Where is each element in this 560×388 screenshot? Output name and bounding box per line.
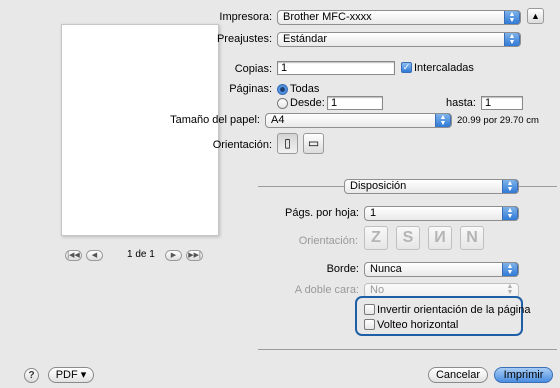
landscape-icon: ▭ [307,136,320,150]
pages-label: Páginas: [229,83,272,95]
pages-per-sheet-label: Págs. por hoja: [285,207,359,219]
copies-value: 1 [281,62,288,74]
direction-s-button[interactable]: S [396,226,420,250]
next-page-button[interactable]: ▶ [165,250,182,261]
up-down-arrows-icon: ▲ ▼ [435,114,451,127]
last-page-button[interactable]: ▶▶| [186,250,203,261]
pages-all-radio[interactable] [277,84,288,95]
pages-all-label: Todas [290,83,320,95]
help-icon: ? [28,370,35,381]
paper-size-popup[interactable]: A4 ▲ ▼ [265,113,452,128]
page-counter: 1 de 1 [127,249,155,260]
collapse-triangle-icon: ▲ [531,11,540,21]
collate-label: Intercaladas [414,62,474,74]
up-down-arrows-icon: ▲ ▼ [502,180,518,193]
pages-to-label: hasta: [446,97,476,109]
direction-n-button[interactable]: N [460,226,484,250]
preview-page [61,24,219,236]
flip-horizontal-label: Volteo horizontal [377,319,459,331]
copies-field[interactable]: 1 [277,61,395,75]
reverse-orientation-checkbox[interactable] [364,304,375,315]
border-popup[interactable]: Nunca ▲ ▼ [364,262,519,277]
copies-label: Copias: [234,63,272,75]
paper-size-value: A4 [271,114,285,126]
printer-label: Impresora: [219,11,272,23]
print-label: Imprimir [503,369,544,381]
pages-from-value: 1 [331,97,338,109]
section-value: Disposición [350,180,407,192]
pages-per-sheet-popup[interactable]: 1 ▲ ▼ [364,206,519,221]
pages-from-field[interactable]: 1 [327,96,383,110]
last-page-icon: ▶▶| [188,252,201,259]
paper-size-label: Tamaño del papel: [170,114,260,126]
pages-per-sheet-value: 1 [370,207,377,219]
cancel-label: Cancelar [435,369,481,381]
collapse-button[interactable]: ▲ [527,8,544,24]
portrait-icon: ▯ [284,136,291,150]
up-down-arrows-icon: ▲ ▼ [502,263,518,276]
pdf-label: PDF ▾ [55,369,87,381]
border-label: Borde: [326,263,359,275]
section-popup[interactable]: Disposición ▲ ▼ [344,179,519,194]
up-down-arrows-icon: ▲ ▼ [504,33,520,46]
first-page-button[interactable]: |◀◀ [65,250,82,261]
up-down-arrows-icon: ▲ ▼ [504,11,520,24]
section-divider-left [258,186,344,187]
collate-checkbox[interactable]: ✓ [401,62,412,73]
border-value: Nunca [370,263,402,275]
presets-label: Preajustes: [216,33,272,45]
up-down-arrows-icon: ▲ ▼ [502,207,518,220]
landscape-button[interactable]: ▭ [303,133,324,154]
print-button[interactable]: Imprimir [494,367,553,383]
footer-divider [258,349,557,350]
layout-direction-label: Orientación: [298,235,358,247]
portrait-button[interactable]: ▯ [277,133,298,154]
reverse-orientation-label: Invertir orientación de la página [377,304,531,316]
section-divider-right [519,186,557,187]
pdf-button[interactable]: PDF ▾ [48,367,94,383]
prev-page-button[interactable]: ◀ [86,250,103,261]
two-sided-label: A doble cara: [294,284,359,296]
pages-to-value: 1 [485,97,492,109]
direction-z-button[interactable]: Z [364,226,388,250]
first-page-icon: |◀◀ [67,252,80,259]
printer-value: Brother MFC-xxxx [283,11,372,23]
printer-popup[interactable]: Brother MFC-xxxx ▲ ▼ [277,10,521,25]
orientation-label: Orientación: [212,139,272,151]
presets-popup[interactable]: Estándar ▲ ▼ [277,32,521,47]
two-sided-value: No [370,284,385,296]
direction-n-mirror-button[interactable]: И [428,226,452,250]
paper-dimensions: 20.99 por 29.70 cm [457,115,539,126]
flip-horizontal-checkbox[interactable] [364,319,375,330]
prev-page-icon: ◀ [91,252,98,259]
next-page-icon: ▶ [170,252,177,259]
cancel-button[interactable]: Cancelar [428,367,488,383]
help-button[interactable]: ? [24,368,39,383]
pages-from-label: Desde: [290,97,325,109]
pages-range-radio[interactable] [277,98,288,109]
presets-value: Estándar [283,33,328,45]
pages-to-field[interactable]: 1 [481,96,523,110]
